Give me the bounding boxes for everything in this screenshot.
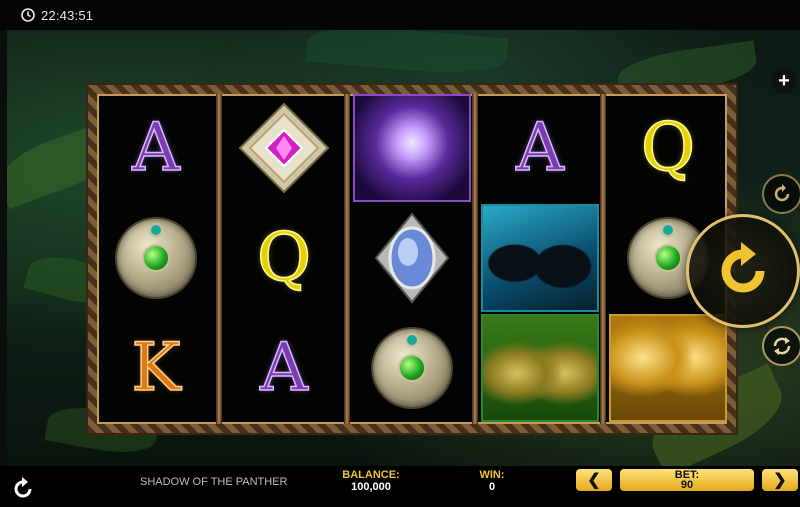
- balance-label: BALANCE:: [342, 469, 400, 481]
- symbol-medallion: [353, 314, 471, 422]
- symbol-a-letter: A: [515, 109, 564, 186]
- chevron-left-icon: ❮: [587, 472, 601, 489]
- symbol-moonstone: [353, 204, 471, 312]
- symbol-gold-statues: [609, 314, 727, 422]
- symbol-q-letter: Q: [256, 219, 312, 296]
- turbo-button[interactable]: [762, 326, 800, 366]
- win-label: WIN:: [479, 469, 505, 481]
- reel-divider: [216, 94, 222, 424]
- medallion-icon: [117, 219, 195, 297]
- clock-icon: [21, 8, 35, 22]
- plus-icon: +: [778, 69, 790, 92]
- purple-leopard-icon: [353, 94, 471, 202]
- symbol-green-leopards: [481, 314, 599, 422]
- increase-bet-button[interactable]: ❯: [762, 469, 798, 491]
- refresh-icon: [773, 337, 791, 355]
- spin-icon: [721, 242, 765, 293]
- medallion-icon: [373, 329, 451, 407]
- symbol-k-letter: K: [131, 329, 182, 406]
- bet-value: 90: [680, 479, 694, 491]
- clock-time: 22:43:51: [41, 7, 94, 23]
- status-bar: 22:43:51: [0, 0, 800, 30]
- symbol-black-panthers: [481, 204, 599, 312]
- gold-statues-icon: [609, 314, 727, 422]
- symbol-q: Q: [225, 204, 343, 312]
- reel-divider: [600, 94, 606, 424]
- reel-divider: [472, 94, 478, 424]
- black-panthers-icon: [481, 204, 599, 312]
- symbol-a: A: [481, 94, 599, 202]
- game-title: SHADOW OF THE PANTHER: [140, 476, 288, 488]
- moonstone-icon: [374, 212, 450, 304]
- home-button[interactable]: [10, 476, 36, 502]
- symbol-q: Q: [609, 94, 727, 202]
- autoplay-icon: [774, 184, 790, 202]
- symbol-a: A: [225, 314, 343, 422]
- win-value: 0: [488, 481, 496, 493]
- menu-plus-button[interactable]: +: [771, 68, 797, 94]
- bet-display: BET: 90: [620, 469, 754, 491]
- decrease-bet-button[interactable]: ❮: [576, 469, 612, 491]
- symbol-a-letter: A: [259, 329, 308, 406]
- symbol-medallion: [97, 204, 215, 312]
- pink-diamond-icon: [238, 102, 330, 194]
- symbol-q-letter: Q: [640, 109, 696, 186]
- reload-icon: [14, 477, 32, 498]
- green-leopards-icon: [481, 314, 599, 422]
- reel-divider: [344, 94, 350, 424]
- chevron-right-icon: ❯: [773, 472, 787, 489]
- balance-value: 100,000: [351, 481, 391, 493]
- symbol-k: K: [97, 314, 215, 422]
- game-footer: SHADOW OF THE PANTHER BALANCE: 100,000 W…: [0, 466, 800, 507]
- reel-frame: A K Q A A Q: [88, 85, 736, 433]
- symbol-purple-leopard: [353, 94, 471, 202]
- autoplay-button[interactable]: [762, 174, 800, 214]
- spin-button[interactable]: [686, 214, 800, 328]
- symbol-a: A: [97, 94, 215, 202]
- symbol-pink-diamond: [225, 94, 343, 202]
- symbol-a-letter: A: [131, 109, 180, 186]
